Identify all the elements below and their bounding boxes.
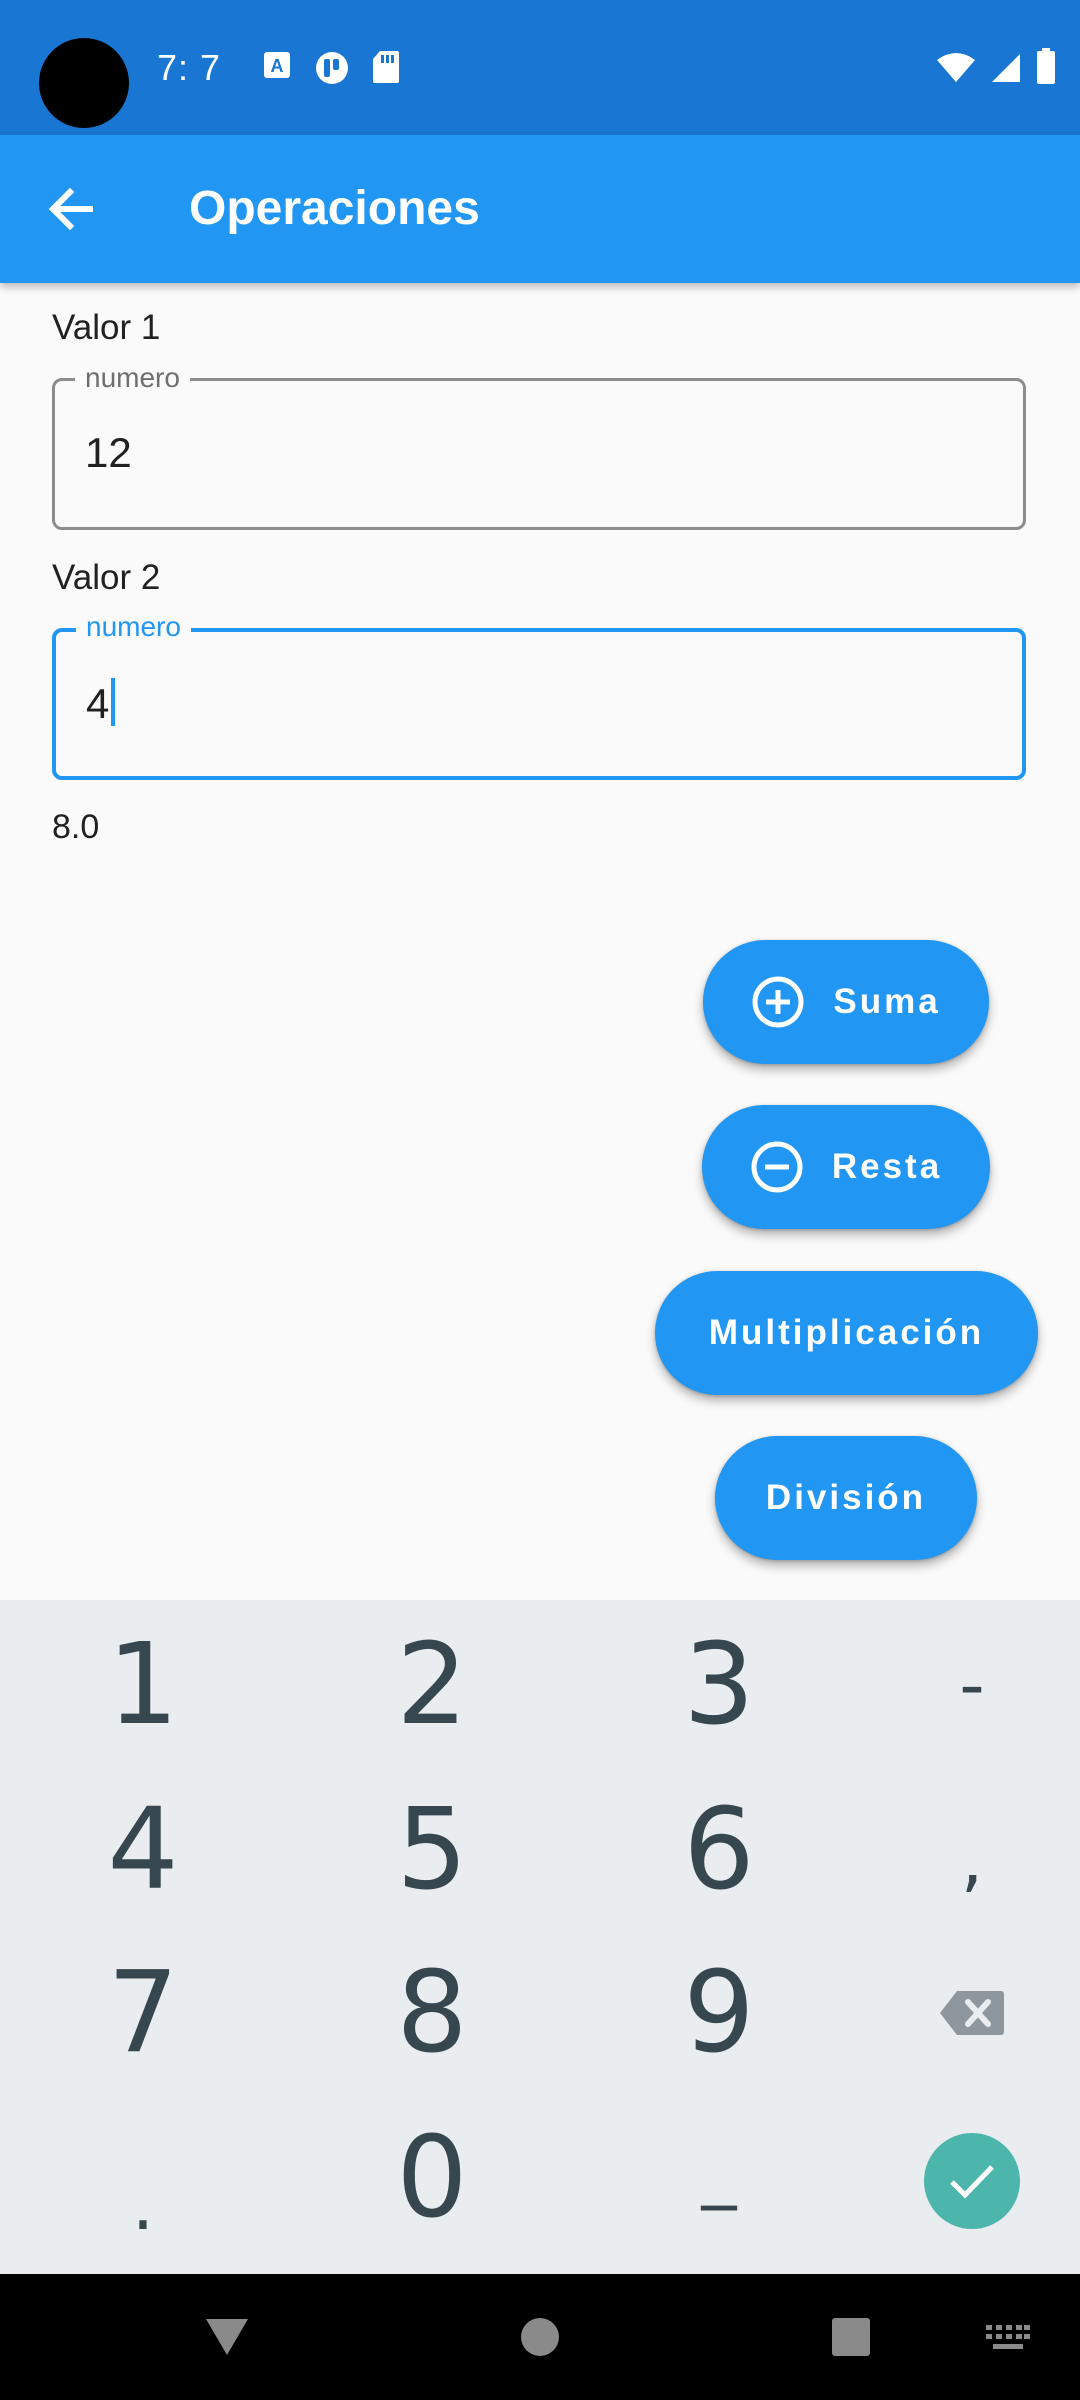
back-triangle-icon[interactable] [204,2317,250,2357]
key-minus[interactable]: - [872,1610,1072,1760]
valor2-legend: numero [76,610,191,644]
key-6[interactable]: 6 [619,1775,819,1925]
key-9[interactable]: 9 [619,1938,819,2088]
app-bar: Operaciones [0,135,1080,283]
key-3[interactable]: 3 [619,1610,819,1760]
key-backspace[interactable] [872,1938,1072,2088]
minus-circle-icon [751,1141,803,1193]
camera-cutout [39,38,129,128]
valor2-label: Valor 2 [52,558,161,597]
valor2-field[interactable]: numero 4 [52,610,1026,780]
valor1-label: Valor 1 [52,308,161,347]
multiplicacion-button[interactable]: Multiplicación [655,1271,1038,1395]
key-underscore[interactable]: _ [619,2095,819,2245]
battery-icon [1037,48,1055,84]
system-icons [936,48,1056,84]
division-button[interactable]: División [715,1436,977,1560]
valor1-value: 12 [85,429,132,476]
home-circle-icon[interactable] [520,2317,560,2357]
valor2-value: 4 [86,680,110,727]
multiplicacion-label: Multiplicación [708,1313,985,1352]
navigation-bar [0,2274,1080,2400]
keyboard-switch-icon[interactable] [985,2324,1031,2352]
key-comma[interactable]: , [872,1785,1072,1935]
recents-square-icon[interactable] [831,2317,871,2357]
valor2-value-wrap: 4 [86,678,116,730]
valor1-legend: numero [75,361,190,395]
page-title: Operaciones [189,182,480,235]
result-text: 8.0 [52,808,100,846]
suma-button[interactable]: Suma [703,940,989,1064]
key-2[interactable]: 2 [332,1610,532,1760]
notification-icons: A [262,50,400,86]
numeric-keyboard: 1 2 3 - 4 5 6 , 7 8 9 . 0 _ [0,1600,1080,2274]
valor1-field[interactable]: numero 12 [52,361,1026,530]
key-4[interactable]: 4 [43,1775,243,1925]
division-label: División [765,1478,927,1517]
key-5[interactable]: 5 [332,1775,532,1925]
resta-label: Resta [831,1147,943,1186]
status-bar: 7: 7 A [0,0,1080,135]
key-0[interactable]: 0 [332,2103,532,2253]
check-icon [950,2165,994,2199]
key-period[interactable]: . [43,2130,243,2280]
plus-circle-icon [752,976,804,1028]
key-1[interactable]: 1 [43,1610,243,1760]
status-time: 7: 7 [157,47,222,88]
text-cursor [111,678,116,726]
key-7[interactable]: 7 [43,1938,243,2088]
svg-text:A: A [271,56,284,76]
a-font-icon: A [264,52,290,78]
key-8[interactable]: 8 [332,1938,532,2088]
cell-signal-icon [992,54,1020,82]
resta-button[interactable]: Resta [702,1105,990,1229]
wifi-icon [937,53,975,82]
trello-like-icon [316,52,348,84]
enter-key[interactable] [924,2133,1020,2229]
suma-label: Suma [833,982,941,1021]
arrow-back-icon [48,187,93,231]
sd-card-icon [373,51,399,83]
backspace-icon [940,1991,1004,2035]
back-button[interactable] [40,179,106,239]
